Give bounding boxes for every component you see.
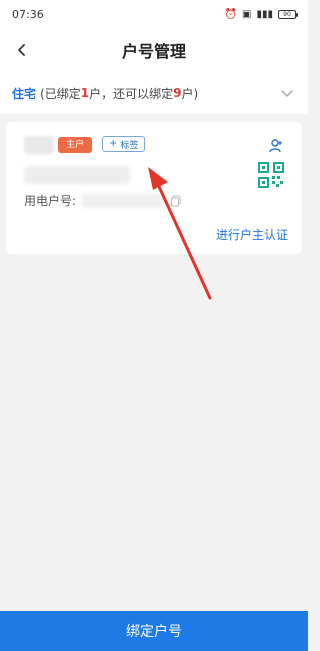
chevron-down-icon[interactable] xyxy=(278,84,296,102)
nav-bar: 户号管理 xyxy=(0,28,308,72)
masked-account-number xyxy=(82,193,165,208)
account-card[interactable]: 主户 + 标签 用电户号: 进行户主认证 xyxy=(6,122,302,254)
battery-icon: 90 xyxy=(278,9,298,19)
masked-owner-name xyxy=(24,136,54,154)
category-info-middle: 户，还可以绑定 xyxy=(89,86,174,101)
category-row[interactable]: 住宅 (已绑定 1 户，还可以绑定 9 户) xyxy=(0,72,308,114)
category-info-suffix: 户) xyxy=(181,86,199,101)
add-tag-button[interactable]: + 标签 xyxy=(102,136,146,152)
bind-account-button[interactable]: 绑定户号 xyxy=(0,611,308,651)
qr-code-icon[interactable] xyxy=(258,162,284,188)
verify-owner-link[interactable]: 进行户主认证 xyxy=(216,226,288,243)
status-icons: ⏰ ▣ ▮▮▮ 90 xyxy=(224,8,298,20)
bound-count: 1 xyxy=(80,86,90,100)
battery-level: 90 xyxy=(283,10,291,18)
remaining-count: 9 xyxy=(173,86,182,100)
page-title: 户号管理 xyxy=(121,42,186,61)
account-number-row: 用电户号: xyxy=(24,192,182,209)
user-add-icon[interactable] xyxy=(268,138,284,154)
category-type: 住宅 xyxy=(12,86,37,101)
copy-icon[interactable] xyxy=(170,195,182,207)
masked-address xyxy=(24,166,130,184)
alarm-icon: ⏰ xyxy=(224,8,238,20)
owner-badge: 主户 xyxy=(58,137,93,153)
tag-button-label: 标签 xyxy=(120,140,139,151)
chevron-left-icon xyxy=(18,44,25,56)
signal-icon: ▮▮▮ xyxy=(256,8,273,20)
account-management-page: 07:36 ⏰ ▣ ▮▮▮ 90 户号管理 住宅 (已绑定 1 户，还可以绑定 … xyxy=(0,0,308,651)
status-time: 07:36 xyxy=(12,7,44,21)
back-button[interactable] xyxy=(8,36,36,64)
plus-icon: + xyxy=(109,138,118,149)
category-info-prefix: (已绑定 xyxy=(40,86,81,101)
status-bar: 07:36 ⏰ ▣ ▮▮▮ 90 xyxy=(0,0,308,28)
account-number-label: 用电户号: xyxy=(24,194,77,208)
nfc-icon: ▣ xyxy=(242,8,252,20)
